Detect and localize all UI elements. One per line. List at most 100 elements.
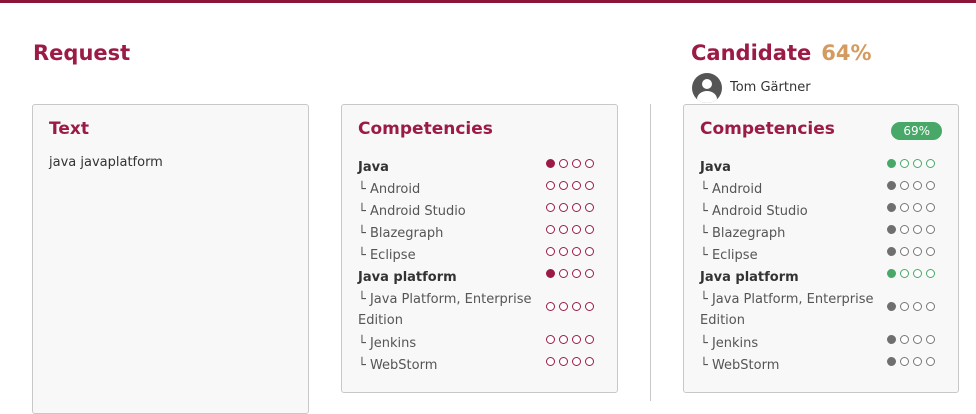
level-dot-empty xyxy=(546,335,555,344)
level-dot-empty xyxy=(900,225,909,234)
level-dot-empty xyxy=(585,225,594,234)
level-dot-empty xyxy=(585,247,594,256)
competency-level-dots xyxy=(887,181,935,190)
level-dot-filled xyxy=(887,159,896,168)
level-dot-empty xyxy=(926,181,935,190)
level-dot-empty xyxy=(572,357,581,366)
competency-level-dots xyxy=(887,269,935,278)
level-dot-empty xyxy=(572,181,581,190)
level-dot-empty xyxy=(926,335,935,344)
level-dot-empty xyxy=(572,225,581,234)
competency-level-dots xyxy=(546,335,594,344)
level-dot-empty xyxy=(913,181,922,190)
request-competencies-title: Competencies xyxy=(358,119,493,139)
level-dot-empty xyxy=(926,203,935,212)
competency-level-dots xyxy=(546,159,594,168)
level-dot-empty xyxy=(913,335,922,344)
level-dot-empty xyxy=(913,247,922,256)
level-dot-empty xyxy=(926,269,935,278)
level-dot-empty xyxy=(926,247,935,256)
candidate-competencies-card: Competencies 69% Java └ Android └ Android … xyxy=(683,104,959,393)
avatar-body-shape xyxy=(697,91,717,103)
level-dot-empty xyxy=(913,203,922,212)
level-dot-empty xyxy=(546,181,555,190)
level-dot-empty xyxy=(900,159,909,168)
level-dot-empty xyxy=(900,203,909,212)
level-dot-empty xyxy=(572,335,581,344)
level-dot-empty xyxy=(546,225,555,234)
level-dot-empty xyxy=(559,357,568,366)
competency-label: └ Blazegraph xyxy=(700,226,786,241)
level-dot-empty xyxy=(900,181,909,190)
competency-level-dots xyxy=(887,203,935,212)
level-dot-empty xyxy=(559,225,568,234)
level-dot-empty xyxy=(900,357,909,366)
competency-level-dots xyxy=(546,302,594,311)
level-dot-empty xyxy=(585,181,594,190)
level-dot-filled xyxy=(546,269,555,278)
level-dot-empty xyxy=(559,181,568,190)
competency-label: └ Android Studio xyxy=(358,204,466,219)
level-dot-empty xyxy=(900,335,909,344)
level-dot-empty xyxy=(572,203,581,212)
request-text: java javaplatform xyxy=(49,155,163,170)
level-dot-empty xyxy=(559,203,568,212)
level-dot-filled xyxy=(887,269,896,278)
competency-level-dots xyxy=(546,181,594,190)
avatar-head-shape xyxy=(702,79,712,89)
level-dot-filled xyxy=(887,225,896,234)
competency-label: └ Android xyxy=(700,182,763,197)
level-dot-empty xyxy=(913,225,922,234)
level-dot-empty xyxy=(572,159,581,168)
competency-label: └ WebStorm xyxy=(700,358,780,373)
competency-label: └ Blazegraph xyxy=(358,226,444,241)
level-dot-empty xyxy=(913,357,922,366)
competency-label: Java xyxy=(700,160,731,175)
competency-level-dots xyxy=(546,225,594,234)
level-dot-empty xyxy=(546,357,555,366)
candidate-title-text: Candidate xyxy=(691,41,812,65)
competency-level-dots xyxy=(546,269,594,278)
level-dot-empty xyxy=(585,357,594,366)
competency-level-dots xyxy=(546,357,594,366)
level-dot-filled xyxy=(887,247,896,256)
level-dot-empty xyxy=(572,269,581,278)
level-dot-filled xyxy=(887,357,896,366)
competency-level-dots xyxy=(887,159,935,168)
level-dot-filled xyxy=(887,335,896,344)
competency-label: └ Jenkins xyxy=(358,336,417,351)
candidate-match-percent: 64% xyxy=(821,41,872,65)
level-dot-empty xyxy=(913,159,922,168)
candidate-title: Candidate 64% xyxy=(691,41,872,65)
competency-level-dots xyxy=(887,225,935,234)
request-title: Request xyxy=(33,41,131,65)
top-accent-bar xyxy=(0,0,976,3)
candidate-name[interactable]: Tom Gärtner xyxy=(730,80,811,95)
level-dot-empty xyxy=(559,302,568,311)
competency-label: Java platform xyxy=(358,270,457,285)
level-dot-empty xyxy=(585,335,594,344)
level-dot-filled xyxy=(887,302,896,311)
level-dot-empty xyxy=(926,357,935,366)
competency-level-dots xyxy=(887,335,935,344)
level-dot-filled xyxy=(546,159,555,168)
competency-level-dots xyxy=(887,247,935,256)
request-competencies-card: Competencies Java └ Android └ Android Stud… xyxy=(341,104,618,393)
competency-label: └ Android xyxy=(358,182,421,197)
level-dot-filled xyxy=(887,203,896,212)
level-dot-empty xyxy=(546,247,555,256)
competency-label: Java platform xyxy=(700,270,799,285)
text-card: Text java javaplatform xyxy=(32,104,309,414)
level-dot-empty xyxy=(559,335,568,344)
level-dot-empty xyxy=(585,269,594,278)
competency-label: └ Jenkins xyxy=(700,336,759,351)
level-dot-empty xyxy=(559,269,568,278)
level-dot-empty xyxy=(926,302,935,311)
competency-label: Java xyxy=(358,160,389,175)
level-dot-empty xyxy=(926,225,935,234)
avatar[interactable] xyxy=(692,73,722,103)
level-dot-empty xyxy=(900,269,909,278)
section-divider xyxy=(650,104,651,401)
competency-label: └ Android Studio xyxy=(700,204,808,219)
level-dot-empty xyxy=(546,302,555,311)
